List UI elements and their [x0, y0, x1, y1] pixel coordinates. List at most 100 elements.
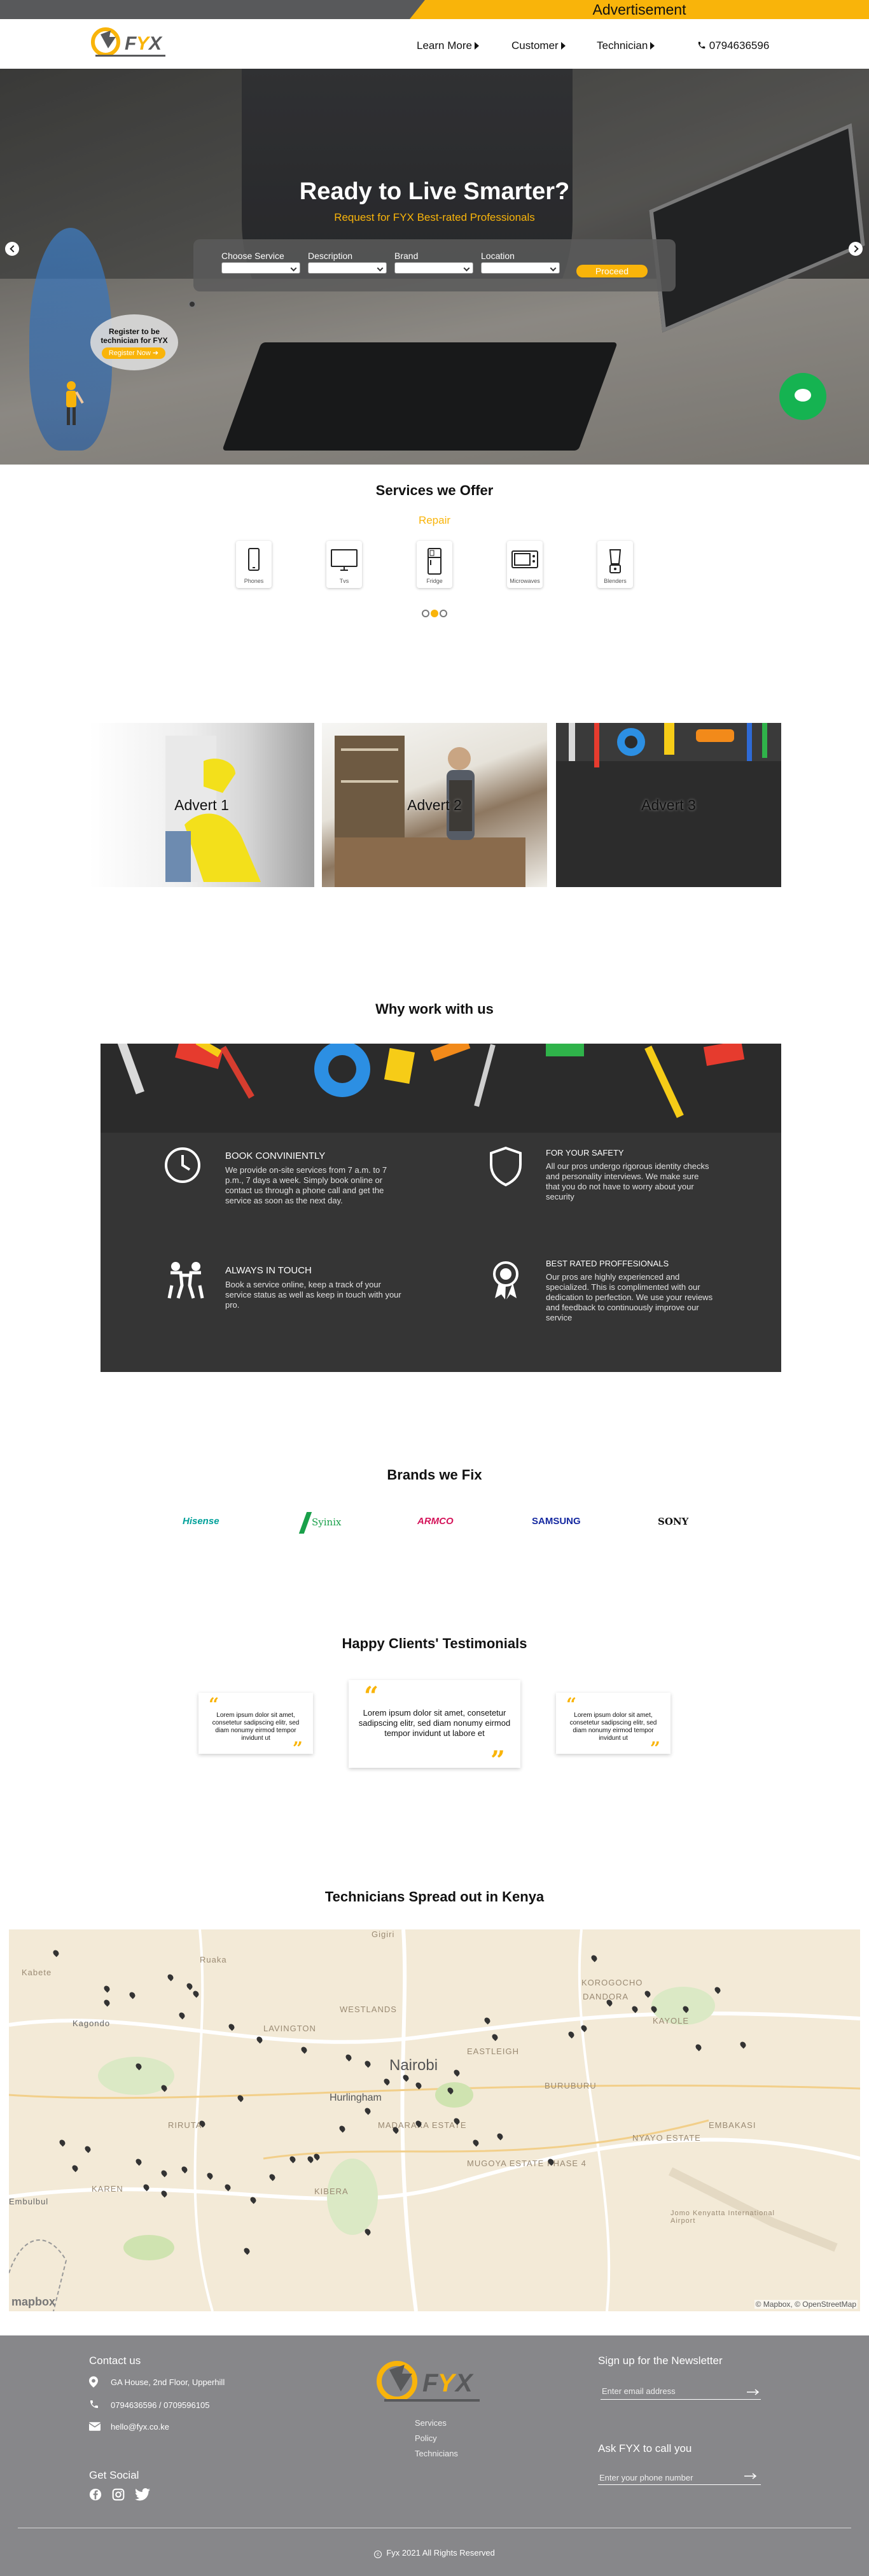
brand-syinix[interactable]: Syinix [298, 1512, 341, 1534]
location-pin-icon [89, 2376, 98, 2388]
description-select[interactable] [308, 262, 387, 274]
testimonial-card-2: “ Lorem ipsum dolor sit amet, consetetur… [349, 1680, 520, 1775]
advertisement-label: Advertisement [592, 1, 686, 18]
footer-fyx-logo[interactable]: F Y X [373, 2355, 494, 2411]
mapbox-logo[interactable]: mapbox [11, 2295, 55, 2309]
footer-link-policy[interactable]: Policy [415, 2433, 437, 2443]
advert-card-2[interactable]: Advert 2 [322, 723, 547, 887]
caret-right-icon [474, 42, 479, 50]
why-best-text: Our pros are highly experienced and spec… [546, 1272, 713, 1322]
facebook-icon[interactable] [89, 2488, 102, 2501]
header-phone-number: 0794636596 [709, 39, 770, 52]
map-label-nyayo-estate: NYAYO ESTATE [632, 2133, 701, 2143]
why-touch-text: Book a service online, keep a track of y… [225, 1280, 401, 1310]
service-fridge[interactable]: Fridge [417, 541, 452, 588]
hero-title: Ready to Live Smarter? [299, 178, 570, 205]
register-now-button[interactable]: Register Now ➔ [102, 347, 165, 359]
location-field[interactable]: Location [481, 251, 560, 274]
brand-sony[interactable]: SONY [658, 1512, 688, 1531]
carousel-dot-3[interactable] [440, 610, 447, 617]
carousel-next-button[interactable] [849, 242, 863, 256]
map-attribution[interactable]: © Mapbox, © OpenStreetMap [754, 2300, 858, 2309]
fyx-logo[interactable]: F Y X [89, 23, 188, 64]
service-fridge-label: Fridge [426, 578, 443, 584]
microwave-icon [511, 550, 538, 568]
service-blenders[interactable]: Blenders [597, 541, 633, 588]
tools-banner-image [101, 1044, 781, 1133]
hero-section: Ready to Live Smarter? Request for FYX B… [0, 69, 869, 465]
services-title: Services we Offer [375, 482, 494, 498]
why-work-with-us-panel: BOOK CONVINIENTLY We provide on-site ser… [101, 1044, 781, 1372]
newsletter-submit-arrow-icon[interactable] [747, 2389, 760, 2395]
shield-icon [490, 1146, 522, 1187]
brand-select[interactable] [394, 262, 473, 274]
service-phones[interactable]: Phones [236, 541, 272, 588]
header-phone[interactable]: 0794636596 [697, 39, 769, 52]
technicians-map[interactable]: Nairobi Hurlingham KAREN KIBERA LAVINGTO… [9, 1929, 860, 2311]
brand-hisense[interactable]: Hisense [183, 1512, 219, 1531]
map-label-westlands: WESTLANDS [340, 2005, 397, 2014]
svg-text:F: F [422, 2369, 439, 2397]
quote-open-icon: “ [364, 1681, 379, 1711]
nav-customer-label: Customer [511, 39, 559, 52]
phone-device-icon [248, 548, 260, 571]
brand-armco[interactable]: ARMCO [417, 1512, 454, 1531]
brand-field[interactable]: Brand [394, 251, 473, 274]
advert-2-label: Advert 2 [407, 797, 462, 813]
map-label-embakasi: EMBAKASI [709, 2120, 756, 2130]
services-category[interactable]: Repair [0, 514, 869, 527]
brands-title: Brands we Fix [387, 1467, 482, 1483]
contact-title: Contact us [89, 2355, 141, 2367]
proceed-button[interactable]: Proceed [576, 265, 648, 277]
call-submit-arrow-icon[interactable] [744, 2473, 757, 2479]
footer-link-services[interactable]: Services [415, 2418, 447, 2428]
nav-customer[interactable]: Customer [511, 39, 566, 52]
advertisement-bar[interactable]: Advertisement [0, 0, 869, 19]
map-label-embulbul: Embulbul [9, 2197, 49, 2206]
map-label-airport: Jomo Kenyatta International Airport [671, 2209, 775, 2225]
footer-phones[interactable]: 0794636596 / 0709596105 [111, 2400, 209, 2410]
choose-service-select[interactable] [221, 262, 300, 274]
service-microwaves[interactable]: Microwaves [507, 541, 543, 588]
copyright: c Fyx 2021 All Rights Reserved [0, 2548, 869, 2558]
nav-technician[interactable]: Technician [597, 39, 655, 52]
nav-learn-more[interactable]: Learn More [417, 39, 479, 52]
service-phones-label: Phones [244, 578, 264, 584]
brand-samsung[interactable]: SAMSUNG [532, 1512, 581, 1531]
advert-card-3[interactable]: Advert 3 [556, 723, 781, 887]
quote-close-icon: ” [292, 1738, 303, 1759]
testimonial-card-1: “ Lorem ipsum dolor sit amet, consetetur… [198, 1693, 313, 1759]
carousel-dot-1[interactable] [422, 610, 429, 617]
map-label-kabete: Kabete [22, 1968, 52, 1977]
map-label-riruta: RIRUTA [168, 2120, 202, 2130]
newsletter-email-input[interactable]: Enter email address [602, 2386, 676, 2396]
location-select[interactable] [481, 262, 560, 274]
register-technician-text: Register to be technician for FYX [101, 327, 168, 345]
advert-3-label: Advert 3 [641, 797, 696, 813]
advert-1-label: Advert 1 [174, 797, 229, 813]
service-request-form: Choose Service Description Brand Locatio… [193, 239, 676, 291]
brand-label: Brand [394, 251, 419, 261]
service-blenders-label: Blenders [604, 578, 627, 584]
advert-card-1[interactable]: Advert 1 [89, 723, 314, 887]
why-book-heading: BOOK CONVINIENTLY [225, 1151, 326, 1161]
instagram-icon[interactable] [112, 2488, 125, 2501]
map-label-buruburu: BURUBURU [545, 2081, 597, 2090]
chat-button[interactable] [779, 373, 826, 420]
map-label-lavington: LAVINGTON [263, 2024, 316, 2033]
site-footer: Contact us GA House, 2nd Floor, Upperhil… [0, 2335, 869, 2576]
why-safety-heading: FOR YOUR SAFETY [546, 1148, 624, 1158]
description-field[interactable]: Description [308, 251, 387, 274]
carousel-dot-2[interactable] [431, 610, 438, 617]
why-best-heading: BEST RATED PROFFESIONALS [546, 1259, 669, 1268]
choose-service-field[interactable]: Choose Service [221, 251, 300, 274]
fridge-icon [428, 548, 441, 575]
twitter-icon[interactable] [135, 2488, 150, 2501]
footer-link-technicians[interactable]: Technicians [415, 2449, 458, 2458]
carousel-prev-button[interactable] [5, 242, 19, 256]
why-book-text: We provide on-site services from 7 a.m. … [225, 1165, 387, 1205]
call-phone-input[interactable]: Enter your phone number [599, 2473, 693, 2482]
footer-email[interactable]: hello@fyx.co.ke [111, 2422, 169, 2432]
technician-figure-illustration [66, 381, 84, 425]
service-tvs[interactable]: Tvs [326, 541, 362, 588]
